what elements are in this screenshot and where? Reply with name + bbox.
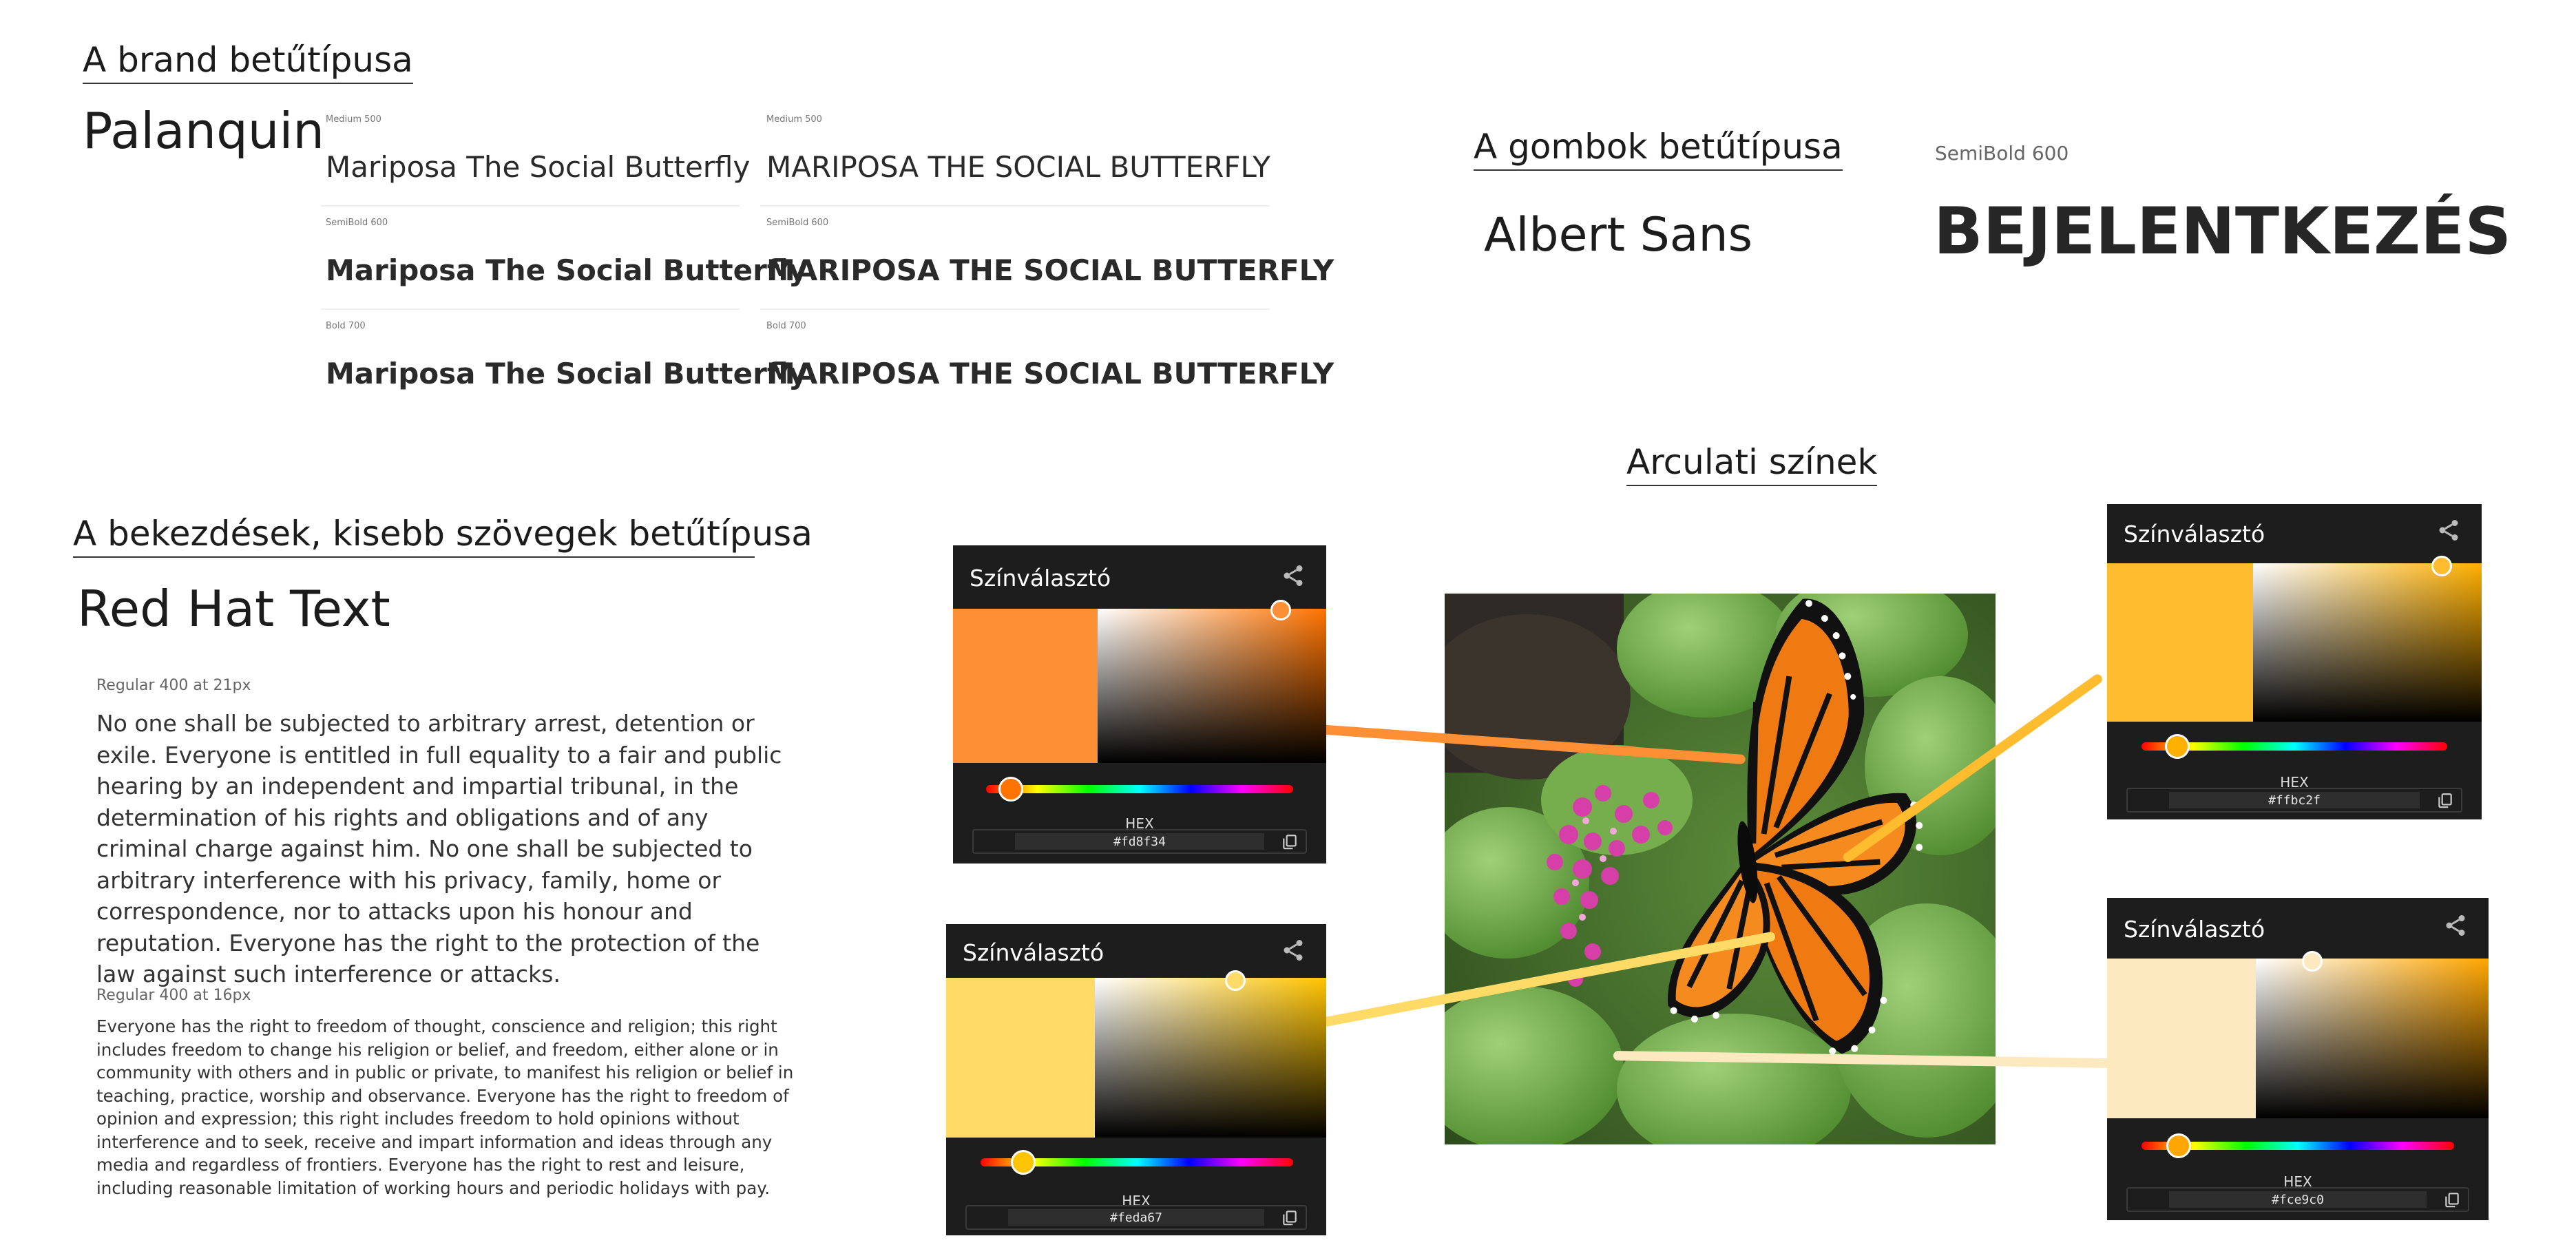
brand-weight-label: SemiBold 600 bbox=[766, 218, 829, 228]
hue-slider[interactable] bbox=[986, 785, 1293, 793]
share-icon[interactable] bbox=[1281, 563, 1306, 588]
saturation-value-area[interactable] bbox=[1098, 600, 1326, 763]
body-font-heading: A bekezdések, kisebb szövegek betűtípusa bbox=[73, 514, 813, 558]
hex-input[interactable] bbox=[1015, 833, 1264, 850]
brand-weight-label: Bold 700 bbox=[766, 321, 806, 331]
brand-sample-text: Mariposa The Social Butterfly bbox=[326, 357, 808, 390]
divider bbox=[321, 308, 740, 310]
saturation-handle[interactable] bbox=[2302, 951, 2323, 972]
brand-weight-label: Medium 500 bbox=[326, 114, 381, 125]
color-picker-title: Színválasztó bbox=[2124, 916, 2265, 943]
brand-weight-label: Medium 500 bbox=[766, 114, 822, 125]
button-weight-label: SemiBold 600 bbox=[1935, 142, 2069, 165]
brand-font-heading: A brand betűtípusa bbox=[83, 40, 413, 84]
saturation-handle[interactable] bbox=[1225, 970, 1246, 991]
brand-weight-label: Bold 700 bbox=[326, 321, 366, 331]
brand-font-name: Palanquin bbox=[83, 102, 325, 160]
button-font-name: Albert Sans bbox=[1484, 208, 1753, 262]
hex-input[interactable] bbox=[2169, 792, 2420, 808]
paragraph-size-label: Regular 400 at 21px bbox=[96, 677, 251, 694]
hex-input[interactable] bbox=[2169, 1191, 2427, 1208]
selected-color-swatch bbox=[953, 609, 1098, 763]
color-picker: Színválasztó HEX bbox=[2107, 898, 2489, 1220]
color-picker-title: Színválasztó bbox=[970, 565, 1111, 592]
copy-icon[interactable] bbox=[1281, 833, 1299, 851]
selected-color-swatch bbox=[2107, 563, 2253, 722]
body-font-name: Red Hat Text bbox=[77, 580, 390, 638]
hue-handle[interactable] bbox=[2166, 1133, 2191, 1158]
selected-color-swatch bbox=[2107, 959, 2256, 1118]
saturation-value-area[interactable] bbox=[1095, 970, 1326, 1138]
color-picker: Színválasztó HEX bbox=[953, 545, 1326, 864]
brand-sample-text: Mariposa The Social Butterfly bbox=[326, 150, 751, 184]
hue-handle[interactable] bbox=[998, 777, 1023, 802]
hex-field bbox=[965, 1205, 1307, 1230]
saturation-value-area[interactable] bbox=[2256, 951, 2489, 1118]
saturation-value-area[interactable] bbox=[2253, 556, 2482, 722]
brand-sample-uppercase: MARIPOSA THE SOCIAL BUTTERFLY bbox=[766, 357, 1334, 390]
copy-icon[interactable] bbox=[2443, 1191, 2461, 1209]
brand-sample-uppercase: MARIPOSA THE SOCIAL BUTTERFLY bbox=[766, 253, 1334, 287]
divider bbox=[760, 308, 1270, 310]
color-picker: Színválasztó HEX bbox=[946, 924, 1326, 1235]
brand-sample-uppercase: MARIPOSA THE SOCIAL BUTTERFLY bbox=[766, 150, 1270, 184]
divider bbox=[321, 205, 740, 207]
copy-icon[interactable] bbox=[1281, 1209, 1299, 1227]
color-picker-title: Színválasztó bbox=[963, 939, 1104, 966]
button-font-heading: A gombok betűtípusa bbox=[1474, 127, 1843, 171]
saturation-handle[interactable] bbox=[2431, 556, 2452, 576]
hex-field bbox=[972, 829, 1307, 854]
selected-color-swatch bbox=[946, 978, 1095, 1138]
hex-field bbox=[2126, 788, 2462, 813]
paragraph-size-label: Regular 400 at 16px bbox=[96, 987, 251, 1004]
hex-field bbox=[2126, 1187, 2469, 1212]
hue-handle[interactable] bbox=[1011, 1150, 1036, 1175]
divider bbox=[760, 205, 1270, 207]
share-icon[interactable] bbox=[1281, 938, 1306, 963]
copy-icon[interactable] bbox=[2436, 792, 2454, 810]
button-sample-text: BEJELENTKEZÉS bbox=[1934, 194, 2512, 269]
share-icon[interactable] bbox=[2436, 518, 2461, 543]
hex-input[interactable] bbox=[1008, 1209, 1264, 1226]
color-picker-title: Színválasztó bbox=[2124, 521, 2265, 547]
paragraph-large: No one shall be subjected to arbitrary a… bbox=[96, 710, 782, 987]
saturation-handle[interactable] bbox=[1270, 600, 1291, 620]
share-icon[interactable] bbox=[2443, 913, 2468, 938]
color-picker: Színválasztó HEX bbox=[2107, 504, 2482, 819]
brand-colors-heading: Arculati színek bbox=[1626, 442, 1878, 486]
brand-sample-text: Mariposa The Social Butterfly bbox=[326, 253, 808, 287]
paragraph-small: Everyone has the right to freedom of tho… bbox=[96, 1016, 794, 1198]
brand-weight-label: SemiBold 600 bbox=[326, 218, 388, 228]
hue-handle[interactable] bbox=[2165, 734, 2190, 759]
